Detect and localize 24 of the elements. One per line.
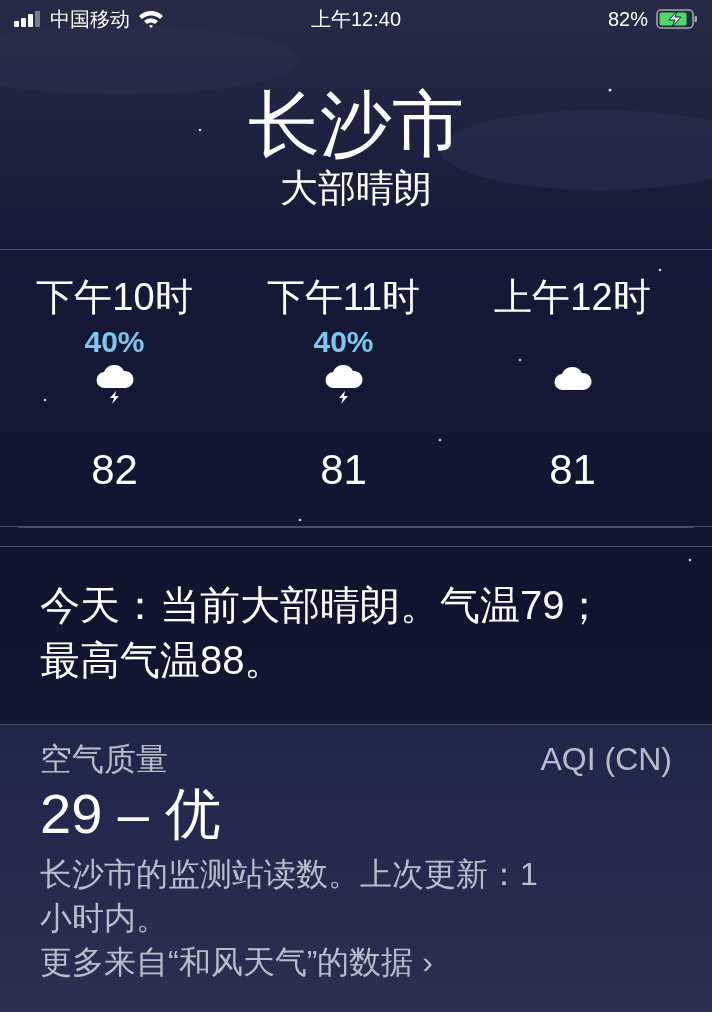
- aqi-value: 29 – 优: [40, 784, 222, 844]
- weather-condition: 大部晴朗: [280, 166, 432, 210]
- cloud-lightning-icon: [323, 362, 364, 404]
- forecast-summary: 今天：当前大部晴朗。气温79；最高气温88。: [40, 582, 606, 684]
- hour-label: 下午11时: [266, 275, 421, 320]
- precipitation-chance: 40%: [313, 324, 374, 360]
- battery-percentage: 82%: [607, 7, 648, 31]
- hour-label: 上午12时: [494, 275, 651, 320]
- carrier-name: 中国移动: [50, 6, 130, 32]
- battery-charging-icon: [656, 9, 698, 29]
- cloud-lightning-icon: [94, 362, 135, 404]
- hour-temperature: 81: [320, 445, 367, 495]
- hour-temperature: 82: [91, 445, 138, 495]
- more-data-link[interactable]: 更多来自“和风天气”的数据 ›: [40, 940, 433, 984]
- clock-time: 上午12:40: [310, 6, 402, 32]
- air-quality-label: 空气质量: [40, 740, 168, 779]
- aqi-description: 长沙市的监测站读数。上次更新：1小时内。: [40, 855, 539, 938]
- precipitation-chance: 40%: [84, 324, 145, 360]
- wifi-icon: [138, 10, 164, 28]
- aqi-scale: AQI (CN): [540, 740, 672, 779]
- hour-label: 下午10时: [36, 275, 193, 320]
- hour-temperature: 81: [549, 445, 596, 495]
- city-name: 长沙市: [248, 83, 464, 166]
- signal-icon: [14, 11, 42, 27]
